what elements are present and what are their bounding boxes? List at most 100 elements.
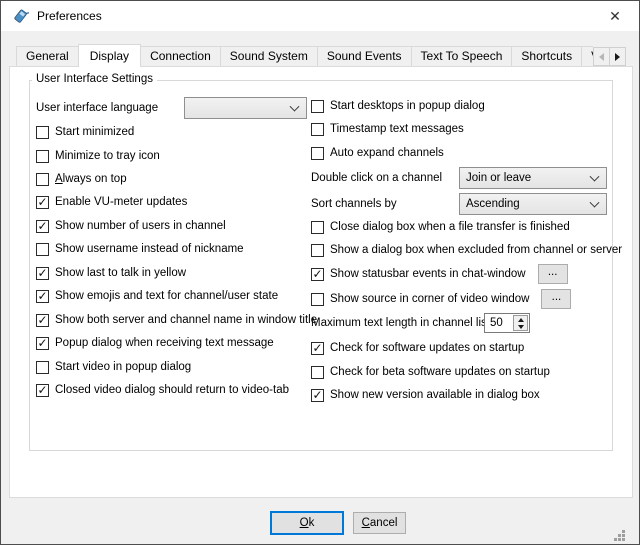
checkbox[interactable] xyxy=(311,366,324,379)
checkbox[interactable] xyxy=(311,293,324,306)
checkbox-row[interactable]: ✓ Show new version available in dialog b… xyxy=(311,385,540,405)
checkbox[interactable] xyxy=(36,150,49,163)
checkbox-label: Auto expand channels xyxy=(330,147,444,159)
sort-channels-value: Ascending xyxy=(466,198,520,210)
tab-video[interactable]: Video xyxy=(581,46,593,66)
max-text-length-label: Maximum text length in channel list xyxy=(311,313,490,333)
checkbox-row[interactable]: Always on top xyxy=(36,169,127,189)
checkbox-row[interactable]: Show a dialog box when excluded from cha… xyxy=(311,240,622,260)
chevron-down-icon xyxy=(290,102,300,112)
checkbox[interactable] xyxy=(311,147,324,160)
checkbox[interactable]: ✓ xyxy=(36,220,49,233)
checkbox-row[interactable]: Auto expand channels xyxy=(311,143,444,163)
checkbox-label: Show number of users in channel xyxy=(55,220,226,232)
max-text-length-spinner[interactable]: 50 xyxy=(484,313,530,333)
checkbox-label: Show last to talk in yellow xyxy=(55,267,186,279)
statusbar-events-ellipsis-button[interactable]: ... xyxy=(538,264,568,284)
checkbox-row[interactable]: ✓ Check for software updates on startup xyxy=(311,338,524,358)
checkbox[interactable]: ✓ xyxy=(36,196,49,209)
checkbox-row[interactable]: Start minimized xyxy=(36,122,134,142)
window-title: Preferences xyxy=(37,1,102,31)
tab-text-to-speech[interactable]: Text To Speech xyxy=(411,46,513,66)
checkbox-label: Close dialog box when a file transfer is… xyxy=(330,221,570,233)
language-combobox[interactable] xyxy=(184,97,307,119)
checkbox-label: Check for software updates on startup xyxy=(330,342,524,354)
app-icon xyxy=(12,7,29,24)
spinner-buttons xyxy=(513,315,528,331)
resize-grip-icon[interactable] xyxy=(614,530,617,533)
checkbox-label: Show both server and channel name in win… xyxy=(55,314,317,326)
checkbox[interactable] xyxy=(36,126,49,139)
ok-button-label: Ok xyxy=(300,517,315,529)
tab-scroll-left-button[interactable] xyxy=(593,47,610,66)
spinner-down-button[interactable] xyxy=(514,323,527,330)
checkbox-row[interactable]: ✓ Show last to talk in yellow xyxy=(36,263,186,283)
checkbox-row[interactable]: ✓ Closed video dialog should return to v… xyxy=(36,380,289,400)
checkbox-label: Show statusbar events in chat-window xyxy=(330,268,526,280)
checkbox-row[interactable]: Start desktops in popup dialog xyxy=(311,96,485,116)
checkbox[interactable]: ✓ xyxy=(36,314,49,327)
double-click-value: Join or leave xyxy=(466,172,531,184)
tab-shortcuts[interactable]: Shortcuts xyxy=(511,46,582,66)
spinner-up-button[interactable] xyxy=(514,316,527,323)
checkbox[interactable] xyxy=(311,123,324,136)
checkbox-label: Closed video dialog should return to vid… xyxy=(55,384,289,396)
chevron-down-icon xyxy=(590,172,600,182)
checkbox-label: Check for beta software updates on start… xyxy=(330,366,550,378)
checkbox[interactable] xyxy=(36,361,49,374)
checkbox-row[interactable]: Check for beta software updates on start… xyxy=(311,362,550,382)
checkbox[interactable] xyxy=(36,173,49,186)
tab-sound-events[interactable]: Sound Events xyxy=(317,46,412,66)
checkbox-row[interactable]: ✓ Show both server and channel name in w… xyxy=(36,310,317,330)
checkbox-label: Show source in corner of video window xyxy=(330,293,529,305)
double-click-label: Double click on a channel xyxy=(311,167,442,189)
ok-button[interactable]: Ok xyxy=(270,511,344,535)
checkbox-label: Show new version available in dialog box xyxy=(330,389,540,401)
video-source-ellipsis-button[interactable]: ... xyxy=(541,289,571,309)
arrow-left-icon xyxy=(599,53,604,61)
checkbox-row[interactable]: Show source in corner of video window ..… xyxy=(311,289,571,309)
preferences-window: Preferences ✕ General Display Connection… xyxy=(0,0,640,545)
checkbox[interactable]: ✓ xyxy=(311,268,324,281)
sort-channels-combobox[interactable]: Ascending xyxy=(459,193,607,215)
checkbox[interactable]: ✓ xyxy=(36,290,49,303)
close-icon[interactable]: ✕ xyxy=(599,1,631,31)
checkbox[interactable]: ✓ xyxy=(36,337,49,350)
checkbox-label: Show emojis and text for channel/user st… xyxy=(55,290,278,302)
tab-display[interactable]: Display xyxy=(78,44,141,67)
checkbox-label: Timestamp text messages xyxy=(330,123,464,135)
checkbox[interactable] xyxy=(311,221,324,234)
checkbox[interactable]: ✓ xyxy=(36,384,49,397)
checkbox-row[interactable]: ✓ Show number of users in channel xyxy=(36,216,226,236)
checkbox[interactable]: ✓ xyxy=(36,267,49,280)
tab-bar: General Display Connection Sound System … xyxy=(9,43,593,67)
title-bar[interactable]: Preferences ✕ xyxy=(1,1,639,31)
checkbox-row[interactable]: ✓ Enable VU-meter updates xyxy=(36,192,187,212)
checkbox-row[interactable]: Show username instead of nickname xyxy=(36,239,244,259)
arrow-down-icon xyxy=(518,325,524,329)
checkbox-row[interactable]: Minimize to tray icon xyxy=(36,146,160,166)
checkbox-label: Always on top xyxy=(55,173,127,185)
checkbox[interactable] xyxy=(311,244,324,257)
checkbox[interactable] xyxy=(36,243,49,256)
checkbox-row[interactable]: ✓ Show emojis and text for channel/user … xyxy=(36,286,278,306)
group-title: User Interface Settings xyxy=(32,73,157,85)
checkbox-label: Show username instead of nickname xyxy=(55,243,244,255)
checkbox-row[interactable]: Start video in popup dialog xyxy=(36,357,191,377)
spinner-value[interactable]: 50 xyxy=(485,314,512,332)
checkbox[interactable] xyxy=(311,100,324,113)
checkbox-row[interactable]: Close dialog box when a file transfer is… xyxy=(311,217,570,237)
tab-connection[interactable]: Connection xyxy=(140,46,221,66)
checkbox-row[interactable]: ✓ Show statusbar events in chat-window .… xyxy=(311,264,568,284)
checkbox-label: Minimize to tray icon xyxy=(55,150,160,162)
tab-general[interactable]: General xyxy=(16,46,79,66)
checkbox[interactable]: ✓ xyxy=(311,342,324,355)
tab-scroll-right-button[interactable] xyxy=(609,47,626,66)
double-click-combobox[interactable]: Join or leave xyxy=(459,167,607,189)
tab-sound-system[interactable]: Sound System xyxy=(220,46,318,66)
checkbox-row[interactable]: Timestamp text messages xyxy=(311,119,464,139)
checkbox-row[interactable]: ✓ Popup dialog when receiving text messa… xyxy=(36,333,274,353)
cancel-button[interactable]: Cancel xyxy=(353,512,406,534)
checkbox[interactable]: ✓ xyxy=(311,389,324,402)
checkbox-label: Start video in popup dialog xyxy=(55,361,191,373)
